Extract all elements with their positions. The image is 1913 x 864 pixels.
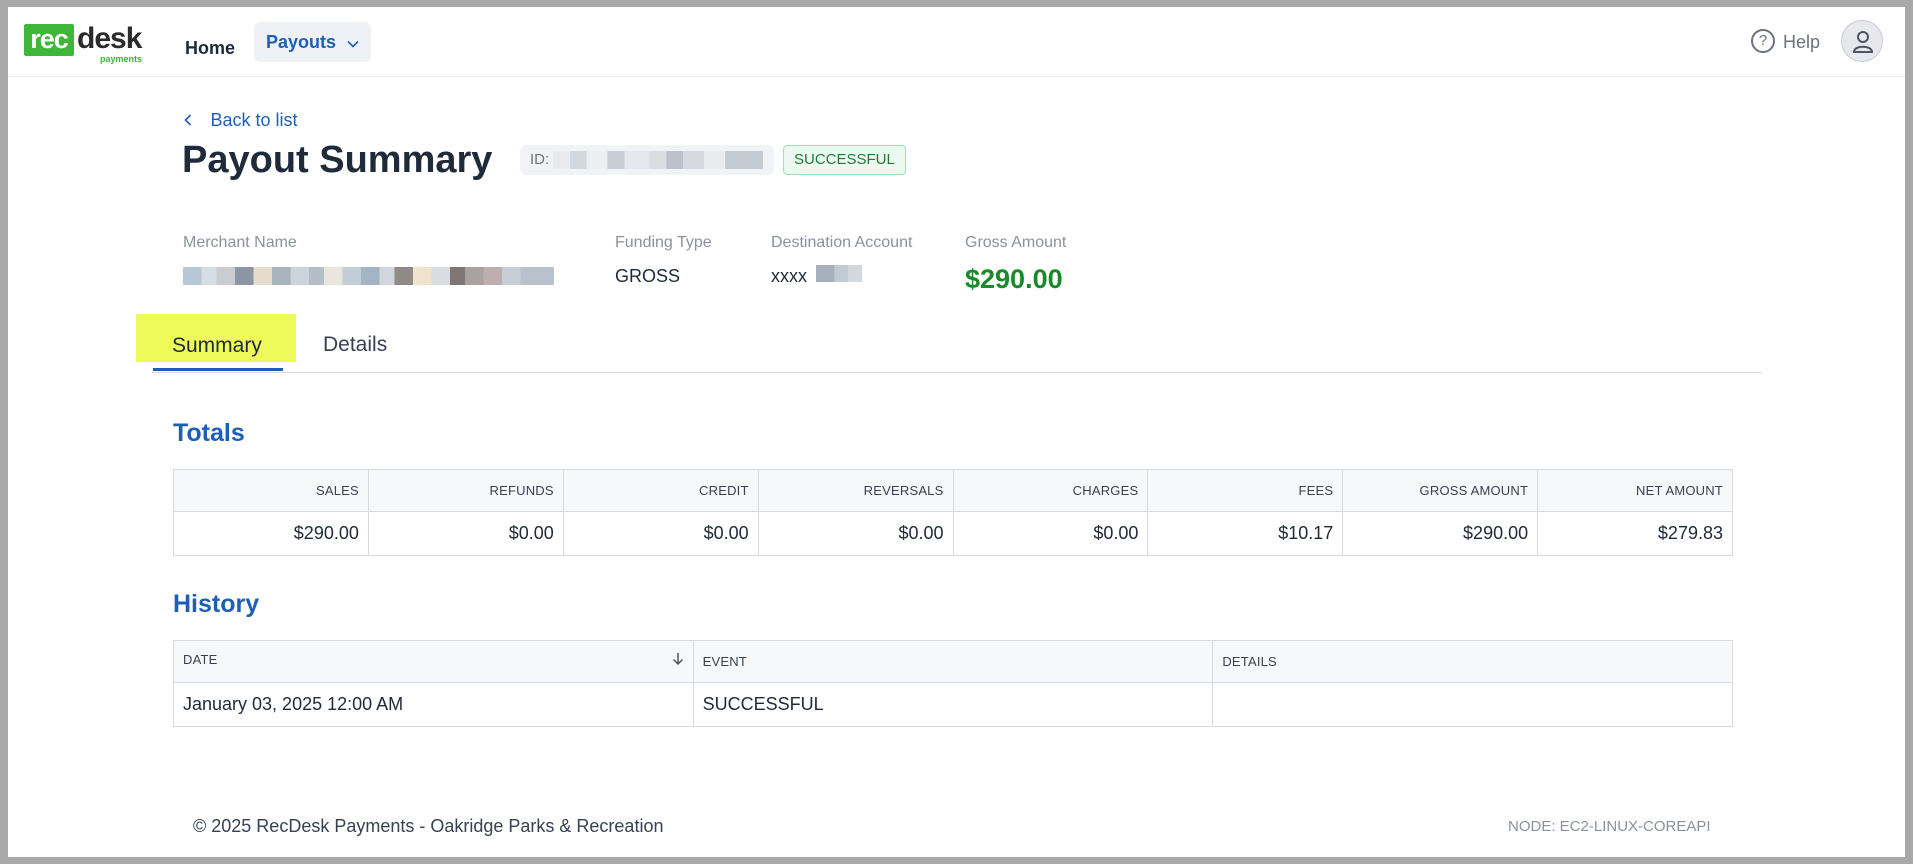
refunds-cell: $0.00 <box>367 511 564 556</box>
fees-cell: $10.17 <box>1147 511 1344 556</box>
app-window: rec desk payments Home Payouts ? Help Bac… <box>8 7 1905 857</box>
user-icon <box>1852 31 1874 53</box>
chevron-left-icon <box>184 113 196 130</box>
merchant-name-value <box>183 264 554 286</box>
history-heading: History <box>173 590 260 618</box>
funding-type-value: GROSS <box>615 266 681 286</box>
column-header: REVERSALS <box>757 469 954 512</box>
funding-type-label: Funding Type <box>615 234 712 251</box>
redacted-account-digits <box>816 264 863 282</box>
destination-account-value: xxxx <box>771 264 863 287</box>
footer-copyright: © 2025 RecDesk Payments - Oakridge Parks… <box>193 816 664 836</box>
date-column-header[interactable]: DATE <box>173 640 694 683</box>
charges-cell: $0.00 <box>952 511 1149 556</box>
tab-details[interactable]: Details <box>323 333 387 357</box>
details-column-header: DETAILS <box>1212 640 1733 683</box>
redacted-merchant-name <box>183 267 554 286</box>
gross-amount-value: $290.00 <box>965 264 1063 294</box>
table-row: January 03, 2025 12:00 AM SUCCESSFUL <box>173 682 1733 727</box>
history-header-row: DATE EVENT DETAILS <box>173 640 1733 683</box>
nav-home[interactable]: Home <box>169 29 251 67</box>
totals-header-row: SALES REFUNDS CREDIT REVERSALS CHARGES F… <box>173 469 1733 512</box>
net-amount-cell: $279.83 <box>1537 511 1733 556</box>
date-cell: January 03, 2025 12:00 AM <box>173 682 694 727</box>
redacted-id <box>553 151 764 170</box>
avatar[interactable] <box>1841 20 1883 62</box>
active-tab-underline <box>153 368 283 371</box>
tabs-divider <box>152 372 1762 373</box>
totals-table: SALES REFUNDS CREDIT REVERSALS CHARGES F… <box>173 469 1733 556</box>
column-header: NET AMOUNT <box>1537 469 1733 512</box>
arrow-down-icon[interactable] <box>672 652 684 671</box>
logo-desk-text: desk <box>77 22 142 55</box>
logo-sub-text: payments <box>100 54 143 64</box>
column-header: FEES <box>1147 469 1344 512</box>
nav-payouts-label: Payouts <box>266 32 337 52</box>
column-header: CHARGES <box>952 469 1149 512</box>
table-row: $290.00 $0.00 $0.00 $0.00 $0.00 $10.17 $… <box>173 511 1733 556</box>
help-link[interactable]: ? Help <box>1751 27 1820 57</box>
column-header: CREDIT <box>562 469 759 512</box>
top-navigation-bar: rec desk payments Home Payouts ? Help <box>8 7 1905 77</box>
details-cell <box>1212 682 1733 727</box>
reversals-cell: $0.00 <box>757 511 954 556</box>
totals-heading: Totals <box>173 419 245 447</box>
history-table: DATE EVENT DETAILS January 03, 2025 12:0… <box>173 640 1733 727</box>
destination-account-mask: xxxx <box>771 266 807 286</box>
tab-summary[interactable]: Summary <box>136 314 296 371</box>
gross-amount-label: Gross Amount <box>965 234 1067 251</box>
back-link-label: Back to list <box>210 110 298 130</box>
tab-summary-label: Summary <box>172 334 262 357</box>
event-column-header: EVENT <box>692 640 1214 683</box>
column-header: REFUNDS <box>367 469 564 512</box>
nav-payouts-dropdown[interactable]: Payouts <box>254 22 372 62</box>
gross-amount-cell: $290.00 <box>1342 511 1539 556</box>
merchant-name-label: Merchant Name <box>183 234 297 251</box>
chevron-down-icon <box>347 22 359 62</box>
column-header: GROSS AMOUNT <box>1342 469 1539 512</box>
sales-cell: $290.00 <box>173 511 369 556</box>
footer-node: NODE: EC2-LINUX-COREAPI <box>1508 818 1711 835</box>
destination-account-label: Destination Account <box>771 234 913 251</box>
status-badge: SUCCESSFUL <box>783 145 906 175</box>
column-header: SALES <box>173 469 369 512</box>
id-label: ID: <box>530 151 550 168</box>
logo-rec-text: rec <box>24 24 74 56</box>
help-label: Help <box>1783 32 1821 52</box>
event-cell: SUCCESSFUL <box>692 682 1214 727</box>
credit-cell: $0.00 <box>562 511 759 556</box>
back-to-list-link[interactable]: Back to list <box>184 108 297 134</box>
date-header-label: DATE <box>183 652 218 667</box>
payout-id-chip: ID: <box>520 145 774 175</box>
question-circle-icon: ? <box>1751 29 1775 54</box>
page-title: Payout Summary <box>182 139 493 181</box>
